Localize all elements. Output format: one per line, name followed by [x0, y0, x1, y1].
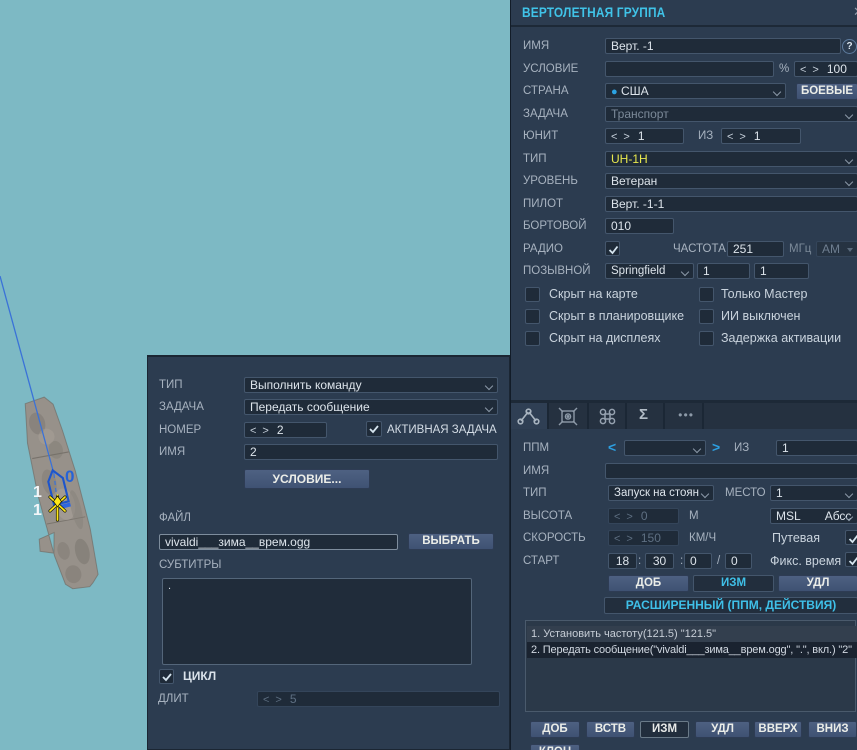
svg-text:1: 1	[33, 502, 42, 519]
svg-text:1: 1	[33, 484, 42, 501]
svg-text:0: 0	[65, 467, 74, 486]
